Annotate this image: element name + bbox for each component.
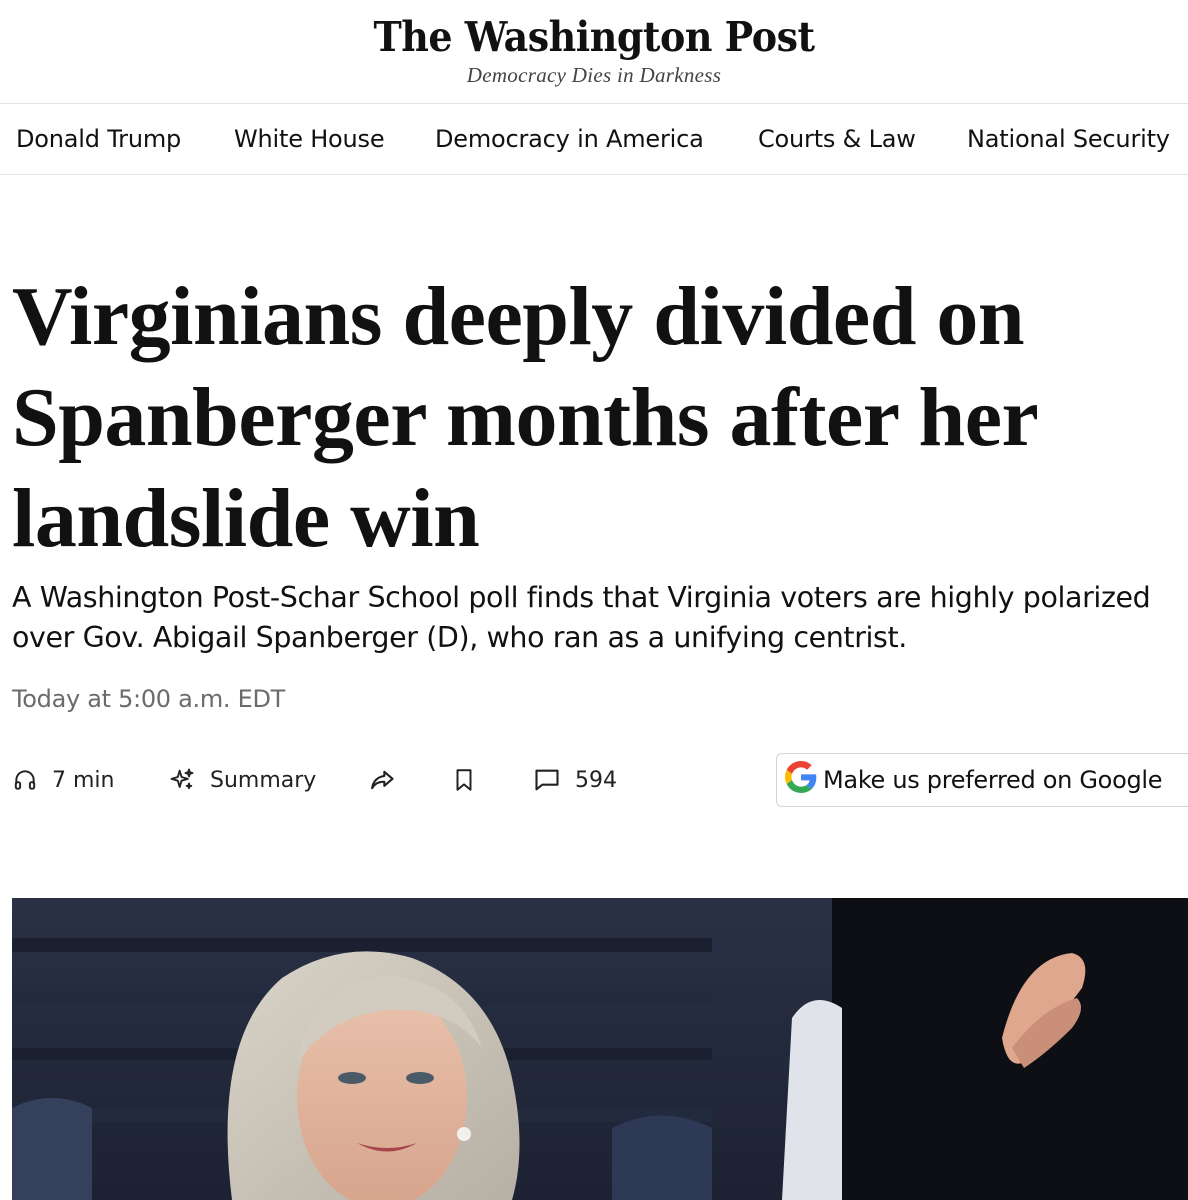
article-timestamp: Today at 5:00 a.m. EDT — [12, 685, 285, 713]
share-button[interactable] — [368, 758, 396, 802]
site-tagline: Democracy Dies in Darkness — [466, 63, 722, 87]
google-preferred-label: Make us preferred on Google — [823, 766, 1163, 794]
summary-label: Summary — [210, 767, 317, 793]
share-icon — [368, 766, 396, 794]
nav-item-national-security[interactable]: National Security — [967, 125, 1170, 153]
google-g-icon — [785, 761, 817, 799]
nav-item-donald-trump[interactable]: Donald Trump — [16, 125, 181, 153]
comment-icon — [533, 766, 561, 794]
headphones-icon — [12, 767, 38, 793]
article-headline: Virginians deeply divided on Spanberger … — [12, 270, 1037, 565]
comment-count: 594 — [575, 767, 617, 793]
nav-item-courts-law[interactable]: Courts & Law — [758, 125, 916, 153]
nav-item-white-house[interactable]: White House — [234, 125, 385, 153]
summary-button[interactable]: Summary — [168, 758, 316, 802]
nav-item-democracy-in-america[interactable]: Democracy in America — [435, 125, 704, 153]
section-nav: Donald Trump White House Democracy in Am… — [0, 105, 1188, 175]
lead-photo[interactable] — [12, 898, 1188, 1200]
listen-duration: 7 min — [52, 767, 115, 793]
site-logo[interactable]: The Washington Post — [0, 12, 1188, 61]
sparkle-icon — [168, 766, 196, 794]
comments-button[interactable]: 594 — [533, 758, 617, 802]
masthead: The Washington Post Democracy Dies in Da… — [0, 0, 1188, 104]
bookmark-icon — [451, 767, 477, 793]
save-button[interactable] — [451, 758, 477, 802]
google-preferred-button[interactable]: Make us preferred on Google — [776, 753, 1188, 807]
article-dek: A Washington Post-Schar School poll find… — [12, 581, 1151, 654]
listen-button[interactable]: 7 min — [12, 758, 114, 802]
